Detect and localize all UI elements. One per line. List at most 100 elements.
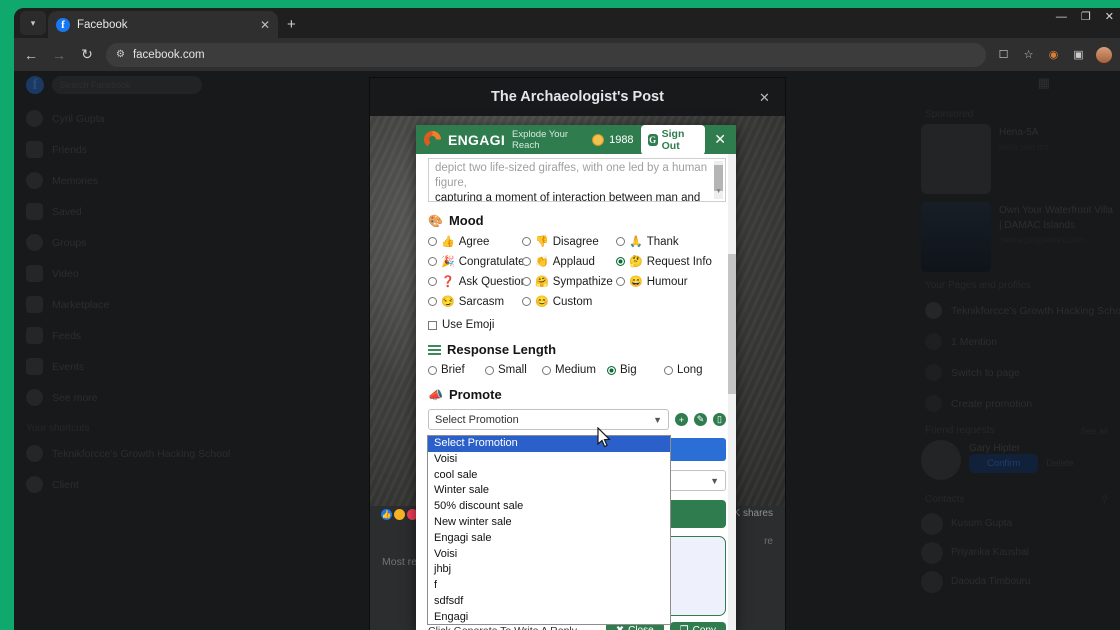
contact-row[interactable]: Daouda Timbouru — [921, 567, 1114, 596]
sign-out-button[interactable]: G Sign Out — [640, 125, 706, 155]
close-icon[interactable]: ✕ — [260, 18, 270, 32]
sidebar-item-marketplace[interactable]: Marketplace — [22, 289, 221, 320]
post-text-box[interactable]: depict two life-sized giraffes, with one… — [428, 158, 726, 202]
radio-icon[interactable] — [428, 277, 437, 286]
sidebar-item-feeds[interactable]: Feeds — [22, 320, 221, 351]
sponsored-ad[interactable]: Own Your Waterfront Villa | DAMAC Island… — [921, 202, 1114, 272]
extension-puzzle-icon[interactable]: ◉ — [1046, 47, 1061, 62]
page-item[interactable]: Teknikforcce's Growth Hacking School — [921, 295, 1120, 326]
contacts-search-icon[interactable]: ⚲ — [1101, 494, 1108, 505]
extensions-icon[interactable]: ▣ — [1071, 47, 1086, 62]
mood-option-thank[interactable]: 🙏 Thank — [616, 235, 726, 248]
tune-icon[interactable]: ⚙ — [116, 49, 125, 60]
dropdown-option[interactable]: Voisi — [428, 452, 670, 468]
mood-option-custom[interactable]: 😊 Custom — [522, 295, 616, 308]
maximize-button[interactable]: ❐ — [1081, 10, 1091, 23]
dropdown-option[interactable]: f — [428, 578, 670, 594]
shortcut-item[interactable]: Client — [22, 469, 221, 500]
see-more-link[interactable]: re — [764, 536, 773, 547]
radio-icon[interactable] — [522, 237, 531, 246]
dropdown-option[interactable]: Engagi sale — [428, 531, 670, 547]
page-link-mentions[interactable]: 1 Mention — [921, 326, 1114, 357]
copy-button[interactable]: ❐ Copy — [669, 622, 726, 630]
sidebar-item-events[interactable]: Events — [22, 351, 221, 382]
window-close-button[interactable]: ✕ — [1105, 10, 1114, 23]
contact-row[interactable]: Priyanka Kaushal — [921, 538, 1114, 567]
sidebar-item-groups[interactable]: Groups — [22, 227, 221, 258]
radio-icon[interactable] — [428, 257, 437, 266]
dropdown-option[interactable]: Select Promotion — [428, 436, 670, 452]
see-all-link[interactable]: See all — [1080, 426, 1108, 436]
mood-option-congratulate[interactable]: 🎉 Congratulate — [428, 255, 525, 268]
radio-icon[interactable] — [485, 365, 494, 375]
sponsored-ad[interactable]: Hena-5A india.soo.biz — [921, 124, 1114, 194]
page-link-switch[interactable]: Switch to page — [921, 357, 1114, 388]
confirm-button[interactable]: Confirm — [969, 454, 1039, 473]
radio-icon[interactable] — [428, 365, 437, 375]
mood-option-ask-question[interactable]: ❓ Ask Question — [428, 275, 527, 288]
mood-option-request-info[interactable]: 🤔 Request Info — [616, 255, 726, 268]
scroll-down-arrow-icon[interactable]: ▼ — [715, 184, 722, 199]
back-icon[interactable]: ← — [22, 47, 40, 63]
sidebar-item-see-more[interactable]: See more — [22, 382, 221, 413]
mood-option-humour[interactable]: 😄 Humour — [616, 275, 726, 288]
address-bar[interactable]: ⚙ facebook.com — [106, 42, 986, 67]
dropdown-option[interactable]: Engagi — [428, 610, 670, 624]
sidebar-item-video[interactable]: Video — [22, 258, 221, 289]
checkbox-icon[interactable] — [428, 320, 437, 330]
close-icon[interactable]: ✕ — [712, 131, 728, 148]
delete-button[interactable]: Delete — [1046, 458, 1073, 469]
sidebar-item-saved[interactable]: Saved — [22, 196, 221, 227]
new-tab-button[interactable]: + — [287, 16, 296, 33]
plus-icon[interactable]: + — [675, 413, 688, 426]
contact-row[interactable]: Kusum Gupta — [921, 509, 1114, 538]
radio-icon[interactable] — [616, 237, 625, 246]
sidebar-item-profile[interactable]: Cyril Gupta — [22, 103, 221, 134]
dropdown-option[interactable]: 50% discount sale — [428, 499, 670, 515]
radio-icon[interactable] — [542, 365, 551, 375]
sidebar-item-memories[interactable]: Memories — [22, 165, 221, 196]
reload-icon[interactable]: ↻ — [78, 46, 96, 63]
radio-icon[interactable] — [522, 277, 531, 286]
radio-icon[interactable] — [522, 257, 531, 266]
length-option-small[interactable]: Small — [485, 364, 542, 376]
radio-icon[interactable] — [428, 297, 437, 306]
radio-icon[interactable] — [616, 257, 625, 266]
cast-icon[interactable]: ☐ — [996, 47, 1011, 62]
dropdown-option[interactable]: cool sale — [428, 468, 670, 484]
dropdown-option[interactable]: jhbj — [428, 562, 670, 578]
shortcut-item[interactable]: Teknikforcce's Growth Hacking School — [22, 438, 230, 469]
reaction-icons[interactable]: 👍 — [380, 508, 419, 521]
bookmark-star-icon[interactable]: ☆ — [1021, 47, 1036, 62]
dropdown-option[interactable]: sdfsdf — [428, 594, 670, 610]
search-input[interactable]: Search Facebook — [52, 76, 202, 94]
tab-search-button[interactable]: ▾ — [20, 11, 46, 35]
dropdown-option[interactable]: Winter sale — [428, 483, 670, 499]
promotion-dropdown-list[interactable]: Select Promotion Voisi cool sale Winter … — [427, 435, 671, 625]
minimize-button[interactable]: — — [1056, 11, 1067, 23]
page-link-create-promotion[interactable]: Create promotion — [921, 388, 1114, 419]
trash-icon[interactable]: ▯ — [713, 413, 726, 426]
radio-icon[interactable] — [664, 365, 673, 375]
length-option-big[interactable]: Big — [607, 364, 664, 376]
panel-scrollbar[interactable] — [728, 154, 736, 630]
browser-tab[interactable]: f Facebook ✕ — [48, 11, 278, 38]
mood-option-sympathize[interactable]: 🤗 Sympathize — [522, 275, 616, 288]
length-option-brief[interactable]: Brief — [428, 364, 485, 376]
mood-option-disagree[interactable]: 👎 Disagree — [522, 235, 616, 248]
profile-avatar[interactable] — [1096, 46, 1112, 63]
mood-option-applaud[interactable]: 👏 Applaud — [522, 255, 616, 268]
mood-option-agree[interactable]: 👍 Agree — [428, 235, 522, 248]
length-option-medium[interactable]: Medium — [542, 364, 607, 376]
length-option-long[interactable]: Long — [664, 364, 721, 376]
forward-icon[interactable]: → — [50, 47, 68, 63]
pencil-icon[interactable]: ✎ — [694, 413, 707, 426]
radio-icon[interactable] — [616, 277, 625, 286]
radio-icon[interactable] — [607, 365, 616, 375]
menu-grid-icon[interactable]: ▦ — [1038, 75, 1050, 91]
dropdown-option[interactable]: New winter sale — [428, 515, 670, 531]
radio-icon[interactable] — [428, 237, 437, 246]
sidebar-item-friends[interactable]: Friends — [22, 134, 221, 165]
promotion-select[interactable]: Select Promotion ▼ — [428, 409, 669, 430]
close-icon[interactable]: ✕ — [756, 89, 773, 106]
